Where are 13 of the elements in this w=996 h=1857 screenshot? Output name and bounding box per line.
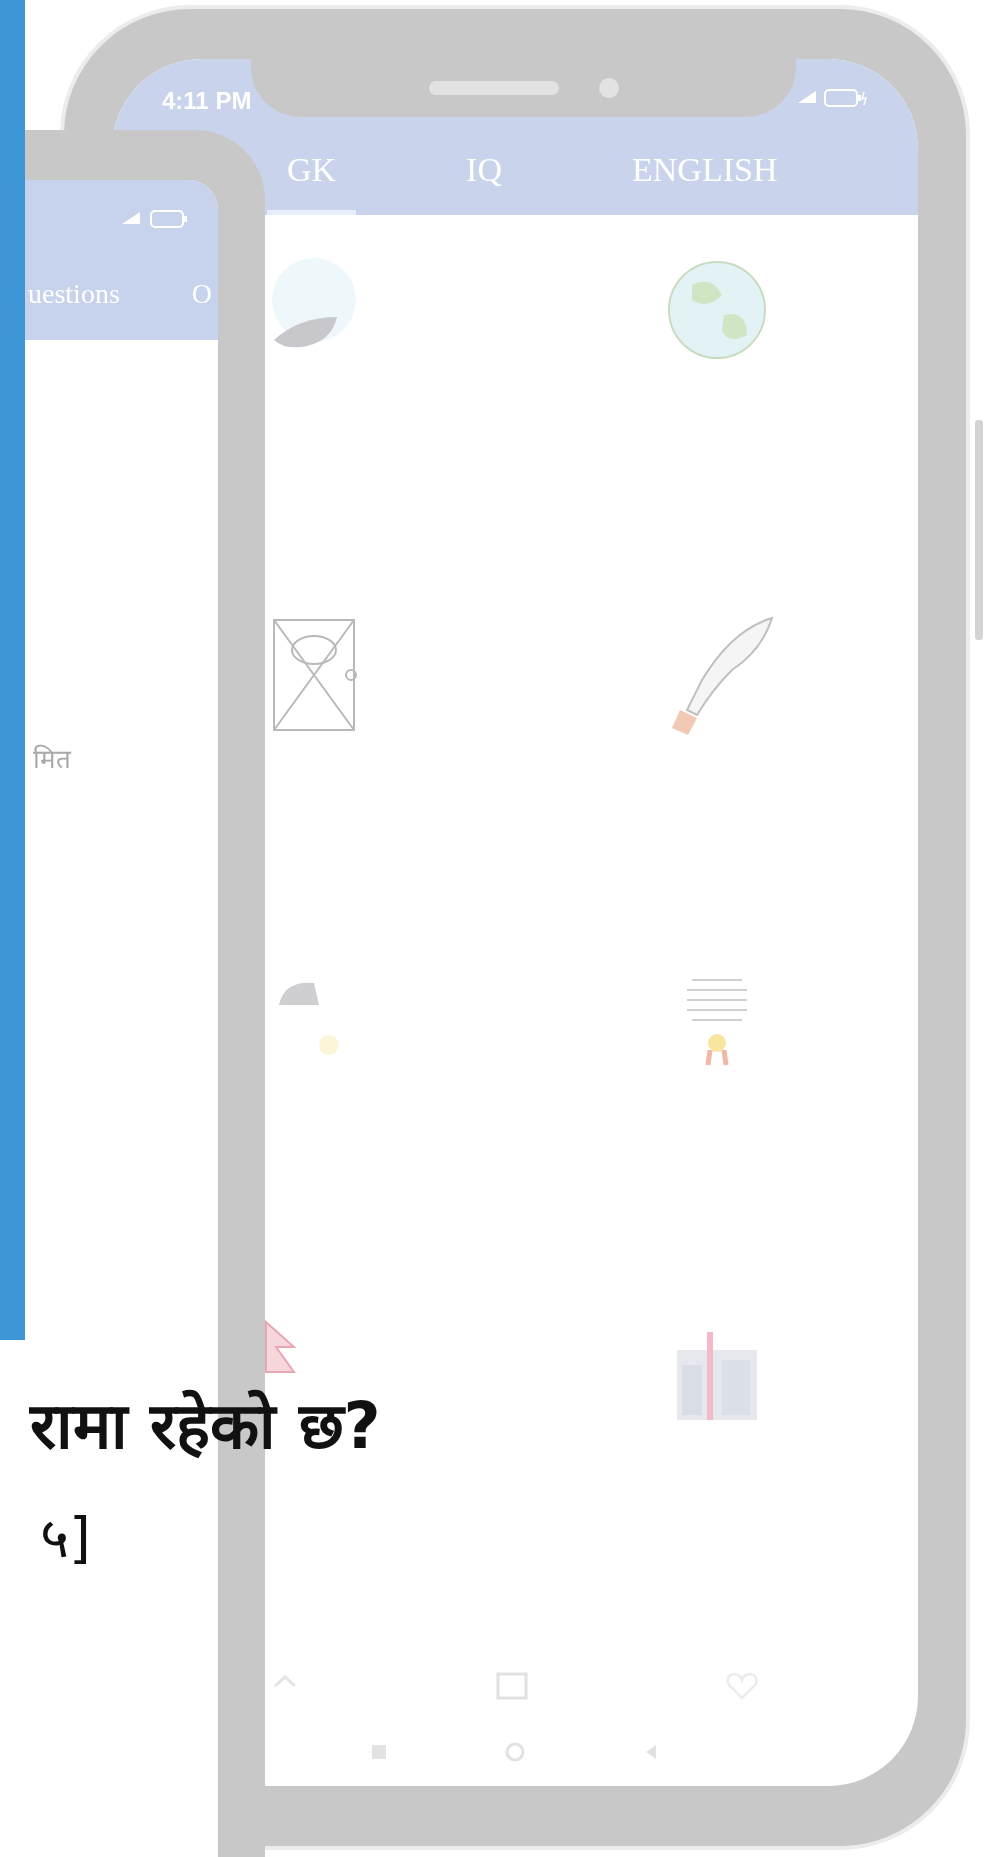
category-label: मित: [33, 743, 71, 776]
home-button-icon[interactable]: [504, 1740, 526, 1763]
question-text: रामा रहेको छ?: [30, 1388, 381, 1465]
battery-icon: [824, 89, 868, 107]
tab[interactable]: O: [191, 278, 212, 310]
answer-text: ५]: [39, 1504, 92, 1572]
battery-icon: [150, 210, 188, 228]
signal-icon: [796, 89, 818, 105]
grid-icon[interactable]: [495, 1671, 529, 1702]
recents-icon[interactable]: [370, 1742, 388, 1761]
signal-icon: [120, 210, 142, 226]
flag-icon: [263, 1320, 296, 1374]
tab[interactable]: uestions: [28, 278, 120, 310]
